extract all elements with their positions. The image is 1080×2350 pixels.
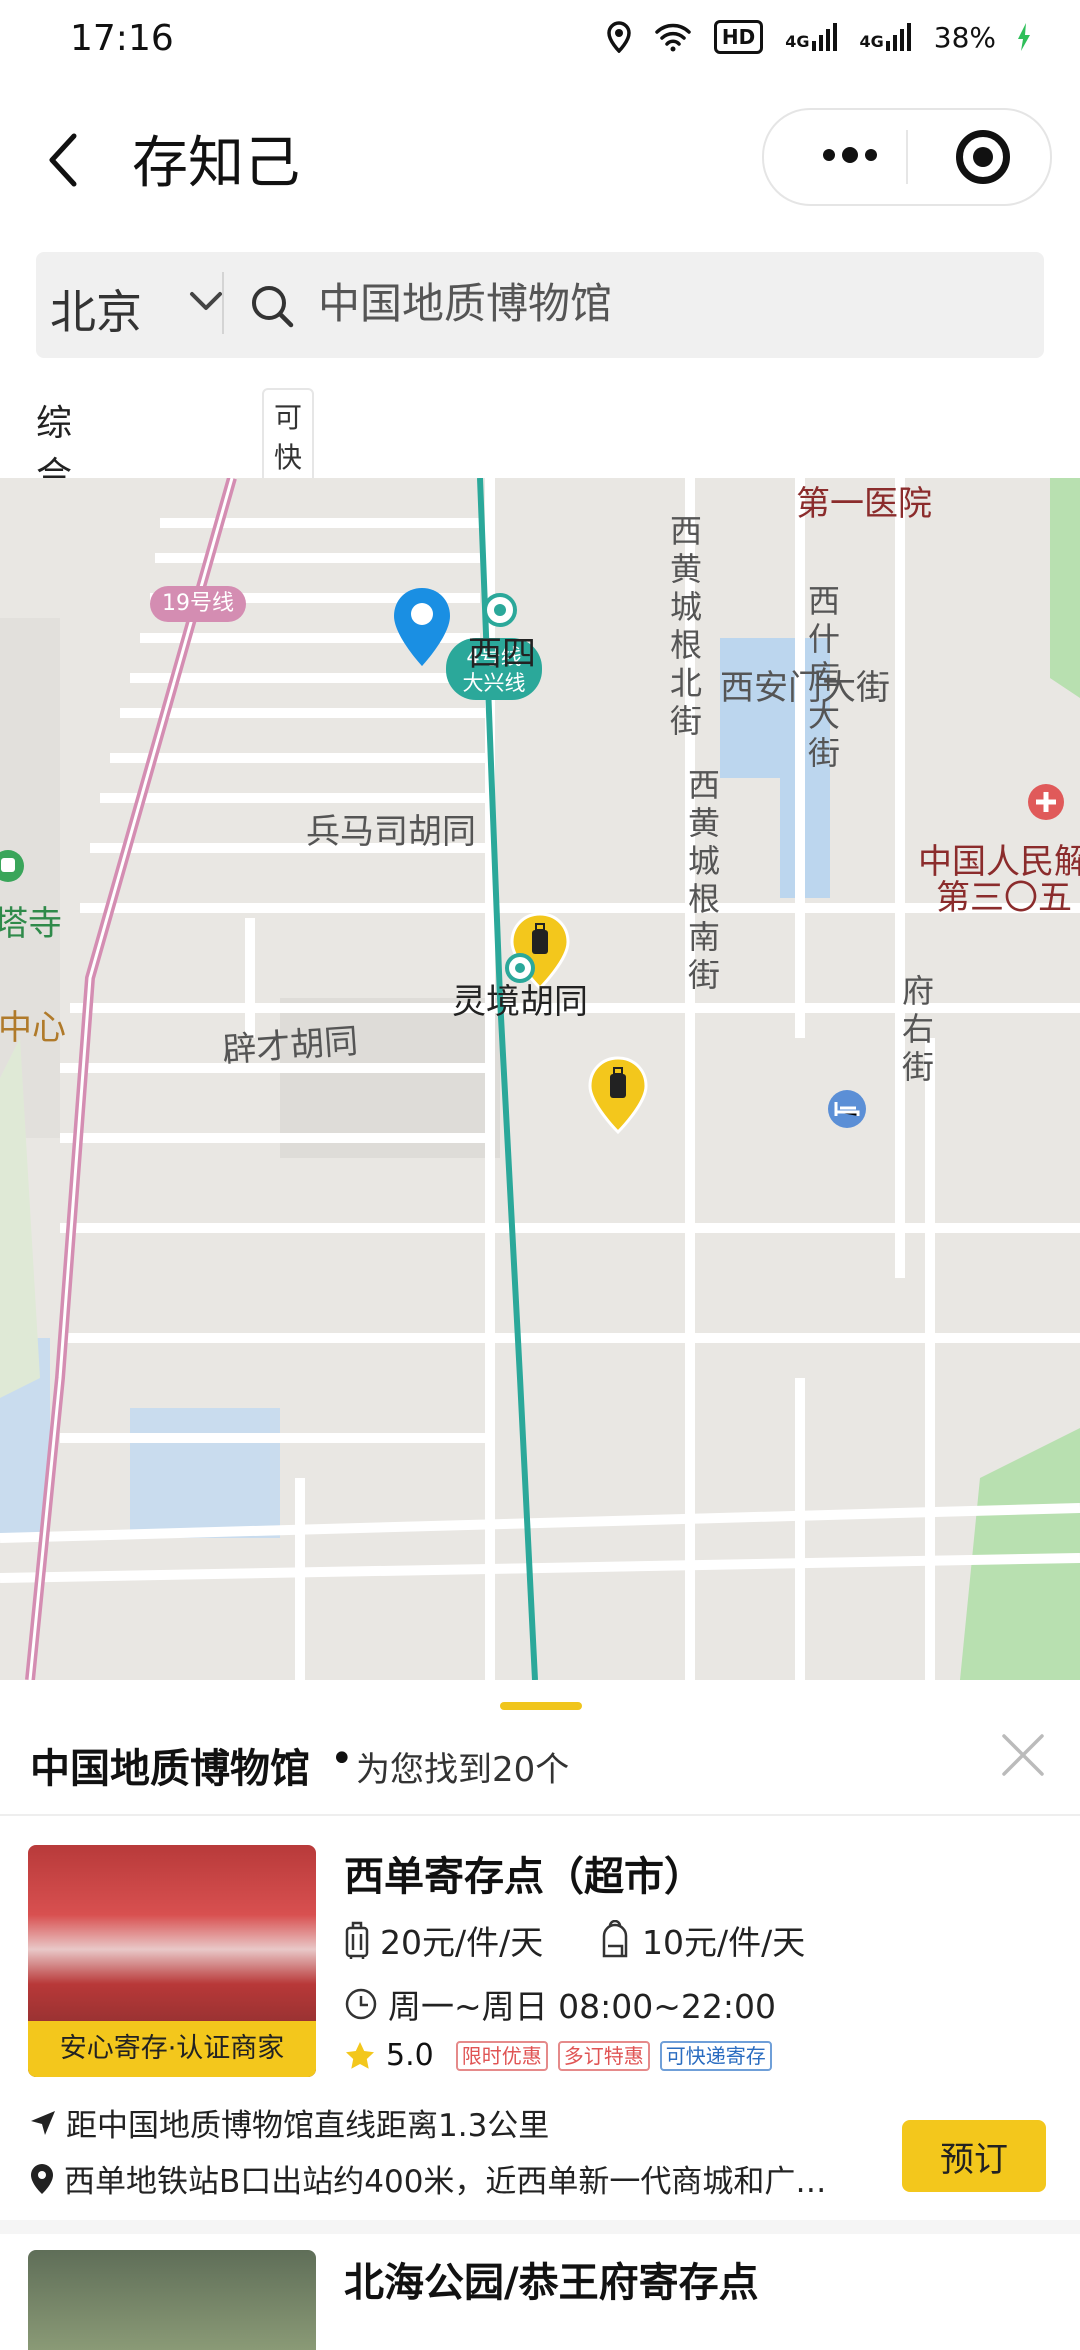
line19-badge: 19号线: [150, 586, 246, 622]
hospital-icon: [1028, 784, 1064, 820]
hotel-icon: [828, 1090, 866, 1128]
map-label-zhongxin: 中心: [0, 1008, 66, 1048]
title-dot: •: [330, 1736, 354, 1782]
distance-row: 距中国地质博物馆直线距离1.3公里: [28, 2100, 549, 2145]
search-icon: [252, 286, 294, 328]
navigation-arrow-icon: [31, 2110, 55, 2135]
map-label-xihuangchenggen-south: 西黄城根南街: [687, 766, 720, 994]
current-location-pin-icon[interactable]: [392, 586, 452, 668]
distance-text: 距中国地质博物馆直线距离1.3公里: [66, 2108, 550, 2144]
charging-icon: [1018, 23, 1030, 51]
map-label-fuyou: 府右街: [901, 972, 934, 1086]
map-label-tasi: 塔寺: [0, 904, 62, 944]
search-divider: [222, 272, 224, 334]
capsule-divider: [906, 130, 908, 184]
status-time: 17:16: [70, 18, 174, 59]
results-sheet: 中国地质博物馆 • 为您找到20个 安心寄存·认证商家 西单寄存点（超市） 20…: [0, 1680, 1080, 2350]
map-label-xihuangchenggen-north: 西黄城根北街: [669, 512, 702, 740]
rating-value: 5.0: [386, 2038, 434, 2073]
page-title: 存知己: [132, 131, 300, 196]
opening-hours-text: 周一~周日 08:00~22:00: [388, 1987, 776, 2026]
opening-hours: 周一~周日 08:00~22:00: [344, 1980, 776, 2028]
suitcase-icon: [345, 1921, 369, 1959]
wifi-icon: [655, 23, 691, 52]
search-input[interactable]: [318, 276, 998, 325]
battery-percent: 38%: [933, 20, 996, 54]
close-icon[interactable]: [998, 1730, 1048, 1780]
city-selector[interactable]: 北京: [50, 276, 142, 342]
map-label-xianmen: 西安门大街: [720, 668, 890, 708]
results-count: 为您找到20个: [356, 1750, 570, 1790]
search-bar: 北京: [36, 252, 1044, 358]
star-icon: [346, 2041, 374, 2069]
results-title: 中国地质博物馆: [30, 1746, 310, 1792]
rating-row: 5.0 限时优惠 多订特惠 可快递寄存: [344, 2038, 772, 2073]
map-label-hospital-305b: 第三〇五: [936, 878, 1072, 918]
subway-station-icon: [483, 593, 517, 627]
promo-chip: 限时优惠: [455, 2040, 548, 2071]
back-arrow-icon[interactable]: [44, 130, 84, 190]
price-suitcase-text: 20元/件/天: [380, 1923, 544, 1962]
signal-4g-2: 4G: [860, 23, 912, 51]
price-suitcase: 20元/件/天: [344, 1916, 543, 1964]
map-label-bingmasi: 兵马司胡同: [306, 812, 476, 852]
map-label-hospital: 第一医院: [796, 484, 932, 524]
backpack-icon: [602, 1920, 628, 1958]
close-miniprogram-icon[interactable]: [956, 130, 1010, 184]
express-chip: 可快递寄存: [659, 2040, 772, 2071]
location-icon: [607, 21, 631, 53]
list-separator: [0, 2220, 1080, 2234]
signal-4g-1: 4G: [785, 23, 837, 51]
certified-badge: 安心寄存·认证商家: [28, 2021, 316, 2077]
mini-program-capsule: [762, 108, 1052, 206]
location-pin-icon: [31, 2163, 53, 2194]
map-label-lingjing: 灵境胡同: [452, 982, 588, 1022]
chevron-down-icon[interactable]: [186, 286, 226, 316]
address-row: 西单地铁站B口出站约400米，近西单新一代商城和广…: [28, 2156, 888, 2201]
storage-name[interactable]: 西单寄存点（超市）: [344, 1844, 704, 1902]
storage-photo[interactable]: 安心寄存·认证商家: [28, 1845, 316, 2077]
address-text: 西单地铁站B口出站约400米，近西单新一代商城和广…: [64, 2164, 827, 2200]
price-bag-text: 10元/件/天: [642, 1923, 806, 1962]
subway-station-icon: [0, 850, 24, 882]
more-icon[interactable]: [804, 130, 894, 180]
divider: [0, 1814, 1080, 1816]
multi-order-chip: 多订特惠: [557, 2040, 650, 2071]
storage-marker-icon[interactable]: [586, 1056, 650, 1136]
map-label-picai: 辟才胡同: [221, 1021, 360, 1071]
signal-bars-icon: [811, 23, 837, 51]
clock-icon: [345, 1988, 377, 2020]
map-view[interactable]: 19号线 4号线 大兴线 第一医院 西黄城根北街 西什库大街 中国人民解 第三〇…: [0, 478, 1080, 1680]
hd-badge: HD: [713, 20, 764, 54]
price-bag: 10元/件/天: [598, 1916, 805, 1964]
signal-bars-icon: [885, 23, 911, 51]
map-label-xisi: 西四: [468, 634, 536, 674]
storage-name-2[interactable]: 北海公园/恭王府寄存点: [344, 2250, 759, 2308]
nav-bar: 存知己: [0, 100, 1080, 220]
status-bar: 17:16 HD 4G 4G 38%: [0, 0, 1080, 80]
status-icons: HD 4G 4G 38%: [606, 20, 1030, 54]
storage-photo-2[interactable]: [28, 2250, 316, 2350]
book-button[interactable]: 预订: [902, 2120, 1046, 2192]
sheet-handle[interactable]: [500, 1702, 582, 1710]
